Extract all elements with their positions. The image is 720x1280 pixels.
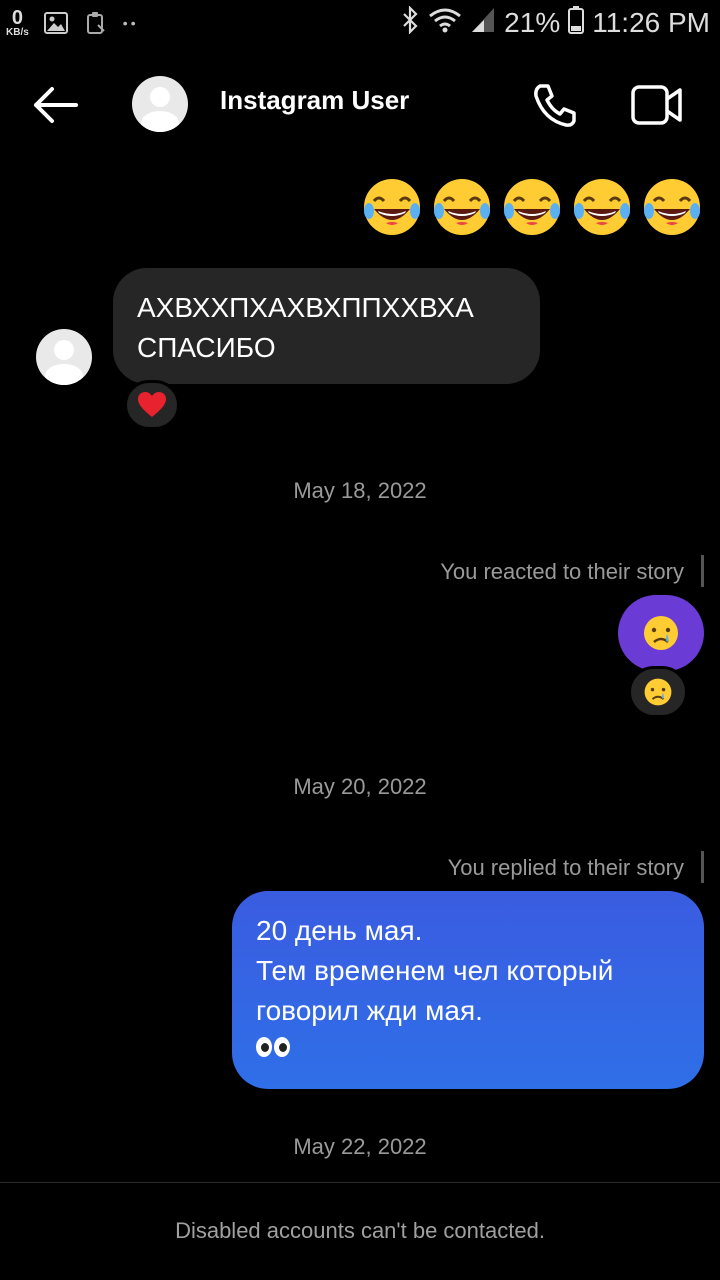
- clock: 11:26 PM: [592, 6, 710, 38]
- more-notifications-icon: ••: [122, 15, 139, 31]
- crying-face-emoji-icon: [644, 678, 672, 706]
- reaction-badge[interactable]: [124, 380, 180, 430]
- back-arrow-icon[interactable]: [30, 85, 80, 125]
- footer-divider: [0, 1182, 720, 1183]
- status-right: 21% 11:26 PM: [400, 5, 710, 39]
- message-text-line: Тем временем чел который: [256, 955, 614, 986]
- network-speed: 0 KB/s: [6, 8, 29, 38]
- story-reaction-label: You reacted to their story: [440, 559, 684, 584]
- bluetooth-icon: [400, 5, 420, 39]
- story-reply-bar: [701, 555, 704, 587]
- contact-avatar[interactable]: [132, 76, 188, 132]
- battery-percent: 21%: [504, 6, 561, 38]
- message-text-line: говорил жди мая.: [256, 995, 483, 1026]
- disabled-account-notice: Disabled accounts can't be contacted.: [175, 1218, 545, 1243]
- date-separator: May 22, 2022: [293, 1134, 427, 1159]
- story-reply-label: You replied to their story: [447, 855, 684, 880]
- sent-message-bubble[interactable]: 20 день мая. Тем временем чел который го…: [232, 891, 704, 1089]
- laughing-tears-emoji-icon: [364, 179, 420, 235]
- network-speed-value: 0: [11, 7, 23, 29]
- laughing-tears-emoji-icon: [504, 179, 560, 235]
- eyes-emoji-icon: [256, 1037, 680, 1057]
- contact-name[interactable]: Instagram User: [220, 85, 409, 116]
- chat-header: Instagram User: [0, 60, 720, 150]
- message-text-line: СПАСИБО: [137, 332, 276, 363]
- story-reply-bar: [701, 851, 704, 883]
- red-heart-icon: [138, 392, 166, 417]
- sent-emoji-message[interactable]: [360, 175, 704, 239]
- laughing-tears-emoji-icon: [434, 179, 490, 235]
- video-call-icon[interactable]: [630, 84, 684, 126]
- signal-icon: [470, 6, 496, 39]
- reaction-badge[interactable]: [628, 666, 688, 718]
- date-separator: May 20, 2022: [293, 774, 427, 799]
- clipboard-icon: [83, 11, 109, 35]
- story-reaction-bubble[interactable]: [618, 595, 704, 671]
- phone-call-icon[interactable]: [530, 80, 580, 130]
- status-bar: 0 KB/s •• 21% 11:26 PM: [0, 0, 720, 52]
- status-left: 0 KB/s ••: [6, 8, 139, 38]
- gallery-icon: [43, 11, 69, 35]
- sender-avatar[interactable]: [36, 329, 92, 385]
- laughing-tears-emoji-icon: [574, 179, 630, 235]
- received-message-bubble[interactable]: АХВХХПХАХВХППХХВХА СПАСИБО: [113, 268, 540, 384]
- battery-icon: [568, 6, 585, 39]
- laughing-tears-emoji-icon: [644, 179, 700, 235]
- network-speed-unit: KB/s: [6, 27, 29, 38]
- wifi-icon: [428, 6, 462, 39]
- crying-face-emoji-icon: [644, 616, 678, 650]
- message-text-line: 20 день мая.: [256, 915, 423, 946]
- message-text-line: АХВХХПХАХВХППХХВХА: [137, 292, 474, 323]
- date-separator: May 18, 2022: [293, 478, 427, 503]
